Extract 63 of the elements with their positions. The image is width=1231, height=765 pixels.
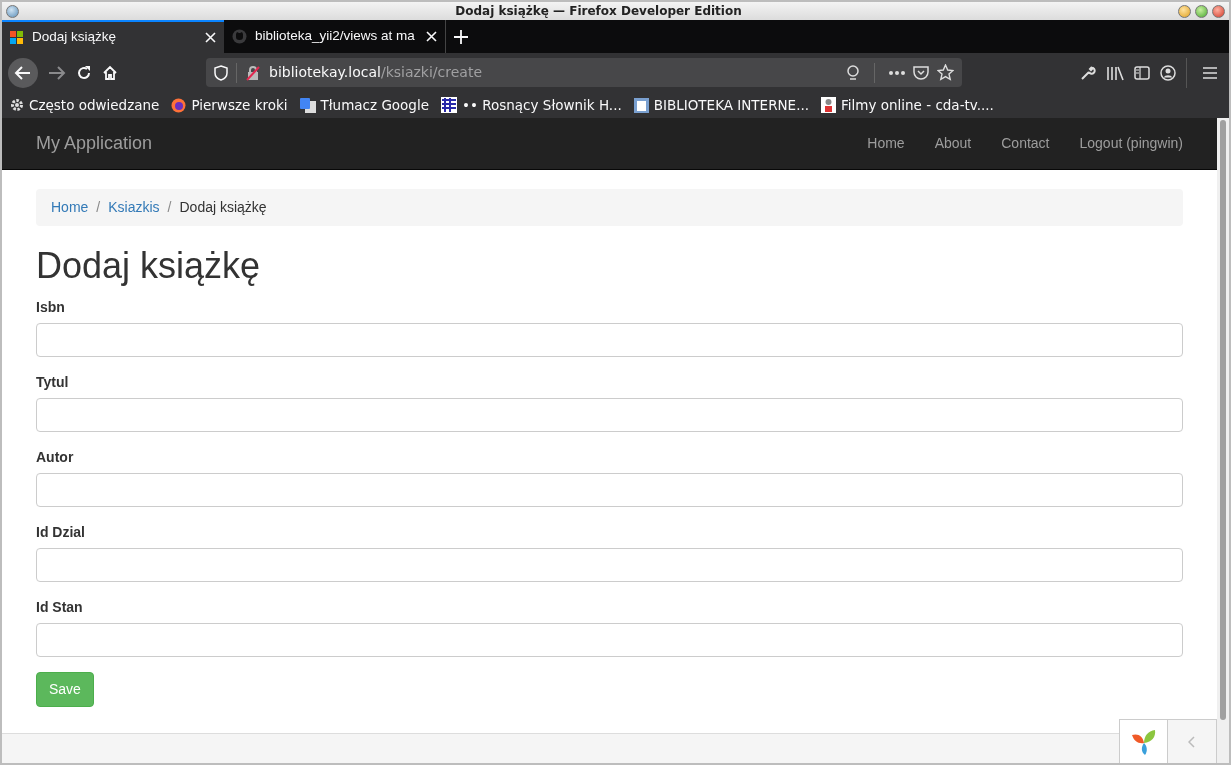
url-text: bibliotekay.local/ksiazki/create: [269, 63, 483, 82]
figure-icon: [821, 97, 837, 113]
breadcrumb-link[interactable]: Ksiazkis: [108, 197, 160, 218]
reload-button[interactable]: [76, 64, 92, 81]
insecure-lock-icon: [245, 64, 261, 81]
firefox-icon: [171, 97, 187, 113]
bookmark-item[interactable]: Filmy online - cda-tv....: [821, 94, 994, 116]
site-icon: [10, 30, 24, 45]
field-label: Autor: [36, 448, 75, 468]
home-button[interactable]: [102, 64, 118, 81]
grid-icon: [441, 97, 457, 113]
chevron-icon: [1188, 735, 1196, 748]
browser-tab[interactable]: Dodaj książkę: [2, 20, 224, 53]
breadcrumb-separator: /: [96, 198, 101, 217]
bookmark-item[interactable]: Pierwsze kroki: [171, 94, 288, 116]
scrollbar[interactable]: [1217, 118, 1229, 763]
more-icon[interactable]: [889, 70, 905, 75]
window-title: Dodaj książkę — Firefox Developer Edition: [454, 3, 743, 20]
field-label: Isbn: [36, 298, 66, 318]
input-field[interactable]: [36, 623, 1183, 658]
back-button[interactable]: [8, 57, 38, 88]
breadcrumb-link[interactable]: Home: [51, 197, 89, 218]
nav-link[interactable]: About: [934, 133, 972, 154]
new-tab-button[interactable]: [454, 29, 468, 44]
bookmark-item[interactable]: Często odwiedzane: [10, 94, 160, 116]
account-icon[interactable]: [1160, 64, 1176, 81]
maximize-button[interactable]: [1195, 4, 1208, 18]
library-icon[interactable]: [1106, 64, 1124, 81]
nav-link[interactable]: Home: [867, 133, 905, 154]
nav-link[interactable]: Logout (pingwin): [1079, 133, 1183, 154]
input-field[interactable]: [36, 398, 1183, 433]
pocket-icon[interactable]: [913, 64, 929, 81]
input-field[interactable]: [36, 323, 1183, 358]
input-field[interactable]: [36, 548, 1183, 583]
brand-link[interactable]: My Application: [36, 130, 838, 157]
field-label: Id Stan: [36, 598, 84, 618]
close-icon[interactable]: [205, 32, 216, 43]
wrench-icon[interactable]: [1080, 64, 1096, 81]
yii-debug-button[interactable]: [1120, 720, 1168, 763]
sidebar-icon[interactable]: [1134, 65, 1150, 80]
lightbulb-icon[interactable]: [846, 63, 860, 82]
page-icon: [633, 97, 649, 113]
nav-link[interactable]: Contact: [1001, 133, 1050, 154]
breadcrumb-current: Dodaj książkę: [179, 198, 267, 217]
translate-icon: [299, 97, 316, 113]
field-label: Tytul: [36, 373, 70, 393]
page-heading: Dodaj książkę: [36, 244, 262, 288]
gear-icon: [10, 98, 24, 112]
star-icon[interactable]: [937, 64, 954, 81]
shield-icon: [214, 64, 228, 81]
bookmark-item[interactable]: Tłumacz Google: [299, 94, 429, 116]
bookmark-item[interactable]: •• Rosnący Słownik H...: [441, 94, 622, 116]
menu-icon[interactable]: [1203, 66, 1217, 79]
input-field[interactable]: [36, 473, 1183, 508]
address-bar[interactable]: bibliotekay.local/ksiazki/create: [206, 58, 962, 87]
field-label: Id Dzial: [36, 523, 86, 543]
window-menu-button[interactable]: [6, 4, 19, 18]
close-button[interactable]: [1212, 4, 1225, 18]
breadcrumb-separator: /: [167, 198, 172, 217]
forward-button[interactable]: [48, 64, 66, 81]
close-icon[interactable]: [426, 31, 437, 42]
bookmark-item[interactable]: BIBLIOTEKA INTERNE...: [633, 94, 810, 116]
minimize-button[interactable]: [1178, 4, 1191, 18]
